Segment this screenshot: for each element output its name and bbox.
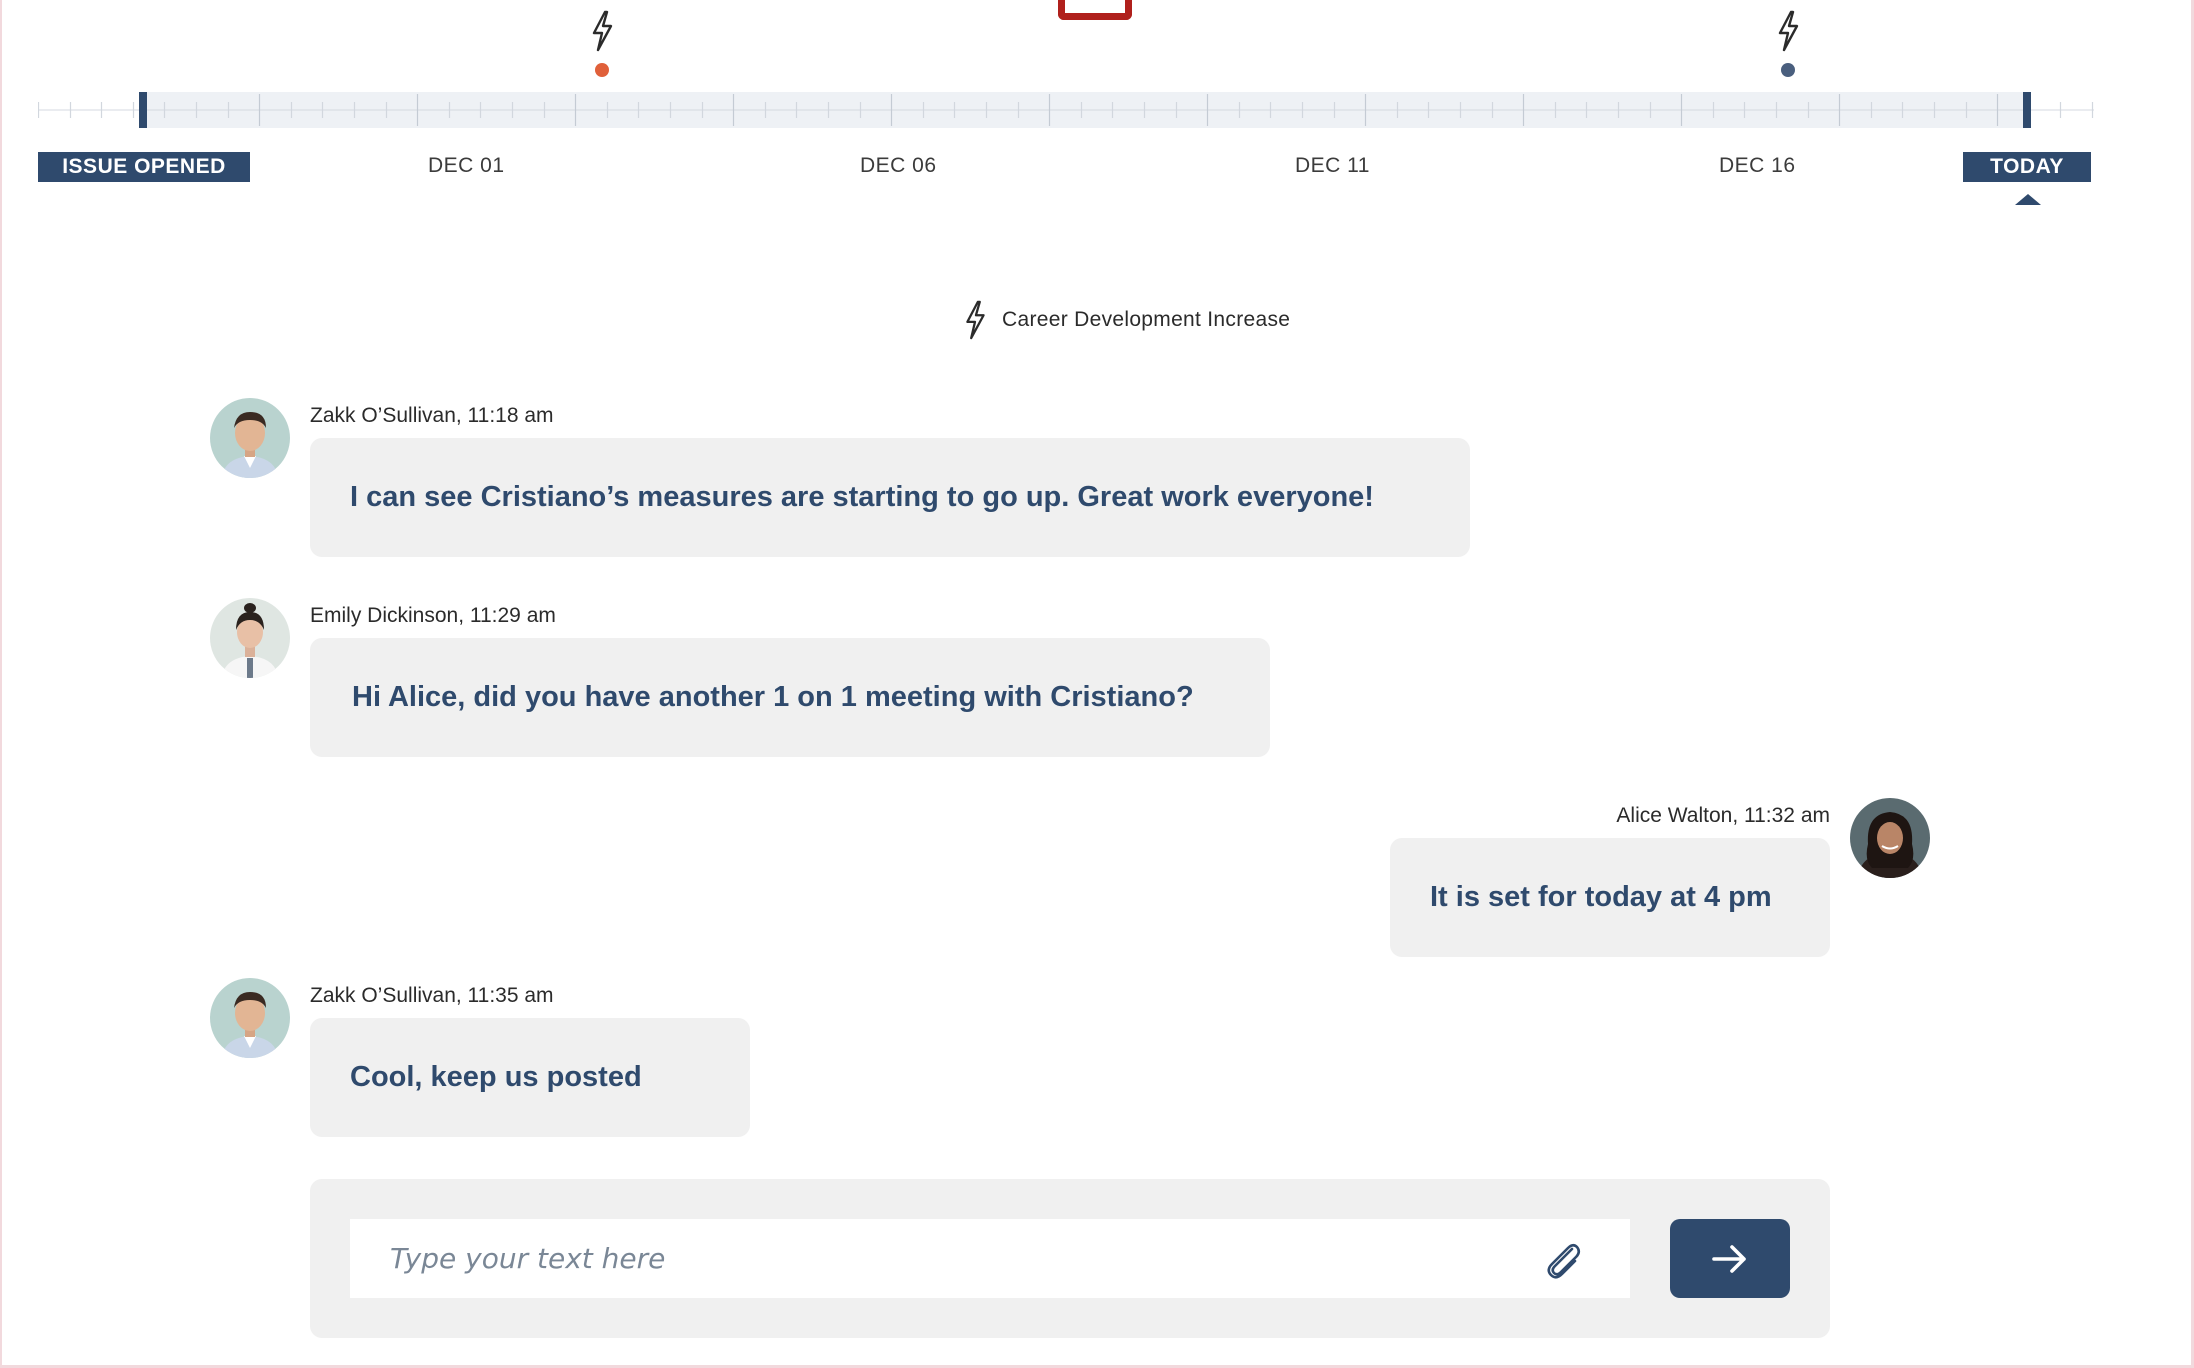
message-bubble: I can see Cristiano’s measures are start… — [310, 438, 1470, 557]
today-caret-icon — [2015, 194, 2041, 205]
range-end-handle[interactable] — [2023, 92, 2031, 128]
range-start-handle[interactable] — [139, 92, 147, 128]
message-meta: Zakk O’Sullivan, 11:35 am — [310, 984, 554, 1007]
event-heading-label: Career Development Increase — [1002, 308, 1291, 331]
avatar[interactable] — [1850, 798, 1930, 878]
message-input[interactable] — [350, 1219, 1630, 1298]
message-bubble: Cool, keep us posted — [310, 1018, 750, 1137]
message-bubble: It is set for today at 4 pm — [1390, 838, 1830, 957]
date-label: DEC 16 — [1719, 154, 1796, 177]
bolt-icon — [966, 300, 985, 340]
frame-border-left — [0, 0, 2, 1368]
date-label: DEC 01 — [428, 154, 505, 177]
send-button[interactable] — [1670, 1219, 1790, 1298]
avatar[interactable] — [210, 398, 290, 478]
timeline-ticks — [38, 94, 2094, 126]
message-composer — [310, 1179, 1830, 1338]
arrow-right-icon — [1712, 1244, 1746, 1273]
issue-opened-badge: ISSUE OPENED — [38, 152, 250, 182]
avatar[interactable] — [210, 978, 290, 1058]
message-bubble: Hi Alice, did you have another 1 on 1 me… — [310, 638, 1270, 757]
today-badge[interactable]: TODAY — [1963, 152, 2091, 182]
date-label: DEC 06 — [860, 154, 937, 177]
bolt-icon[interactable] — [590, 10, 614, 52]
paperclip-icon[interactable] — [1542, 1241, 1582, 1279]
event-heading: Career Development Increase — [960, 300, 1290, 340]
message-meta: Zakk O’Sullivan, 11:18 am — [310, 404, 554, 427]
selected-range-marker[interactable] — [1058, 0, 1132, 20]
bolt-icon[interactable] — [1776, 10, 1800, 52]
message-meta: Alice Walton, 11:32 am — [1616, 804, 1830, 827]
date-label: DEC 11 — [1295, 154, 1370, 177]
message-meta: Emily Dickinson, 11:29 am — [310, 604, 556, 627]
event-dot-orange[interactable] — [595, 63, 609, 77]
event-dot-blue[interactable] — [1781, 63, 1795, 77]
avatar[interactable] — [210, 598, 290, 678]
